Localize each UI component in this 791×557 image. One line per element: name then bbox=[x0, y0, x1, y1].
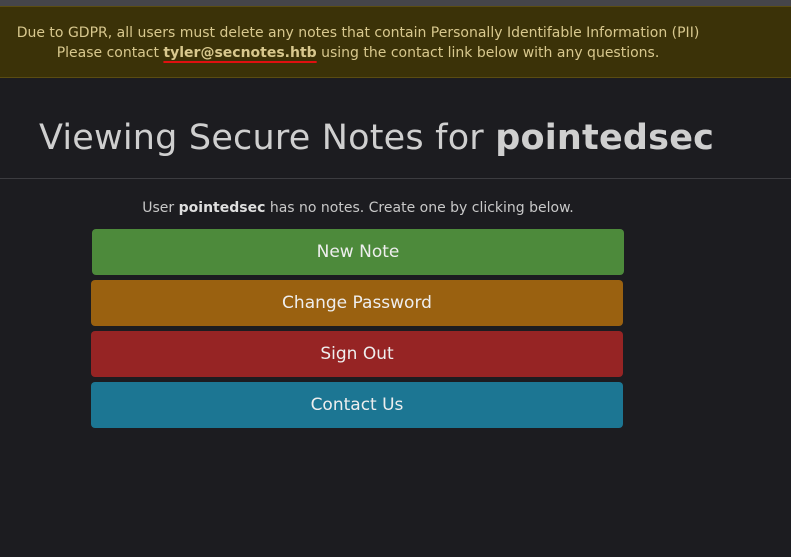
banner-line-1: Due to GDPR, all users must delete any n… bbox=[16, 25, 700, 41]
page-title-prefix: Viewing Secure Notes for bbox=[39, 118, 496, 158]
notes-status-message: User pointedsec has no notes. Create one… bbox=[91, 200, 625, 216]
notes-status-prefix: User bbox=[142, 200, 179, 216]
gdpr-banner: Due to GDPR, all users must delete any n… bbox=[0, 6, 791, 78]
banner-prefix: Please contact bbox=[56, 45, 164, 61]
change-password-button[interactable]: Change Password bbox=[91, 280, 623, 326]
banner-suffix: using the contact link below with any qu… bbox=[316, 45, 660, 61]
banner-line-2: Please contact tyler@secnotes.htb using … bbox=[0, 45, 716, 61]
sign-out-button[interactable]: Sign Out bbox=[91, 331, 623, 377]
page-title-username: pointedsec bbox=[495, 118, 715, 158]
contact-email-link[interactable]: tyler@secnotes.htb bbox=[163, 45, 316, 61]
contact-us-button[interactable]: Contact Us bbox=[91, 382, 623, 428]
new-note-button[interactable]: New Note bbox=[92, 229, 624, 275]
page-title: Viewing Secure Notes for pointedsec bbox=[39, 118, 714, 158]
header-divider bbox=[0, 178, 791, 179]
notes-status-suffix: has no notes. Create one by clicking bel… bbox=[265, 200, 574, 216]
notes-status-username: pointedsec bbox=[178, 200, 266, 216]
